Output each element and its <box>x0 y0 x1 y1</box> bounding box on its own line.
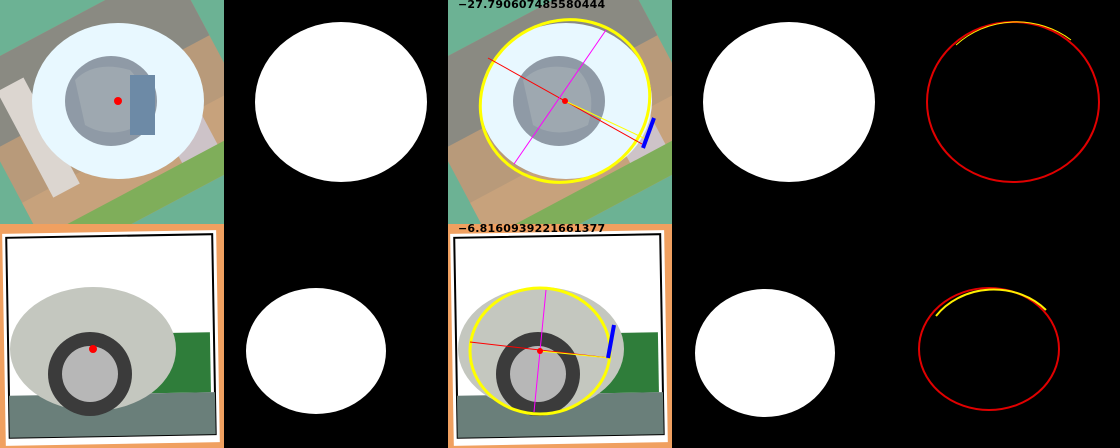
angle-value-label-1: −27.790607485580444 <box>458 0 606 11</box>
fitted-mask-panel-1 <box>672 0 896 224</box>
visualization-canvas: −27.790607485580444 + + + + + <box>0 0 1120 448</box>
edge-panel-2 <box>896 224 1120 448</box>
fitted-mask-panel-2 <box>672 224 896 448</box>
mask-panel-1 <box>224 0 448 224</box>
source-image-panel-1 <box>0 0 224 224</box>
mask-panel-2 <box>224 224 448 448</box>
annotated-image-panel-2: −6.8160939221661377 <box>448 224 672 448</box>
annotated-image-panel-1: −27.790607485580444 <box>448 0 672 224</box>
angle-value-label-2: −6.8160939221661377 <box>458 224 606 235</box>
source-image-panel-2 <box>0 224 224 448</box>
edge-panel-1 <box>896 0 1120 224</box>
